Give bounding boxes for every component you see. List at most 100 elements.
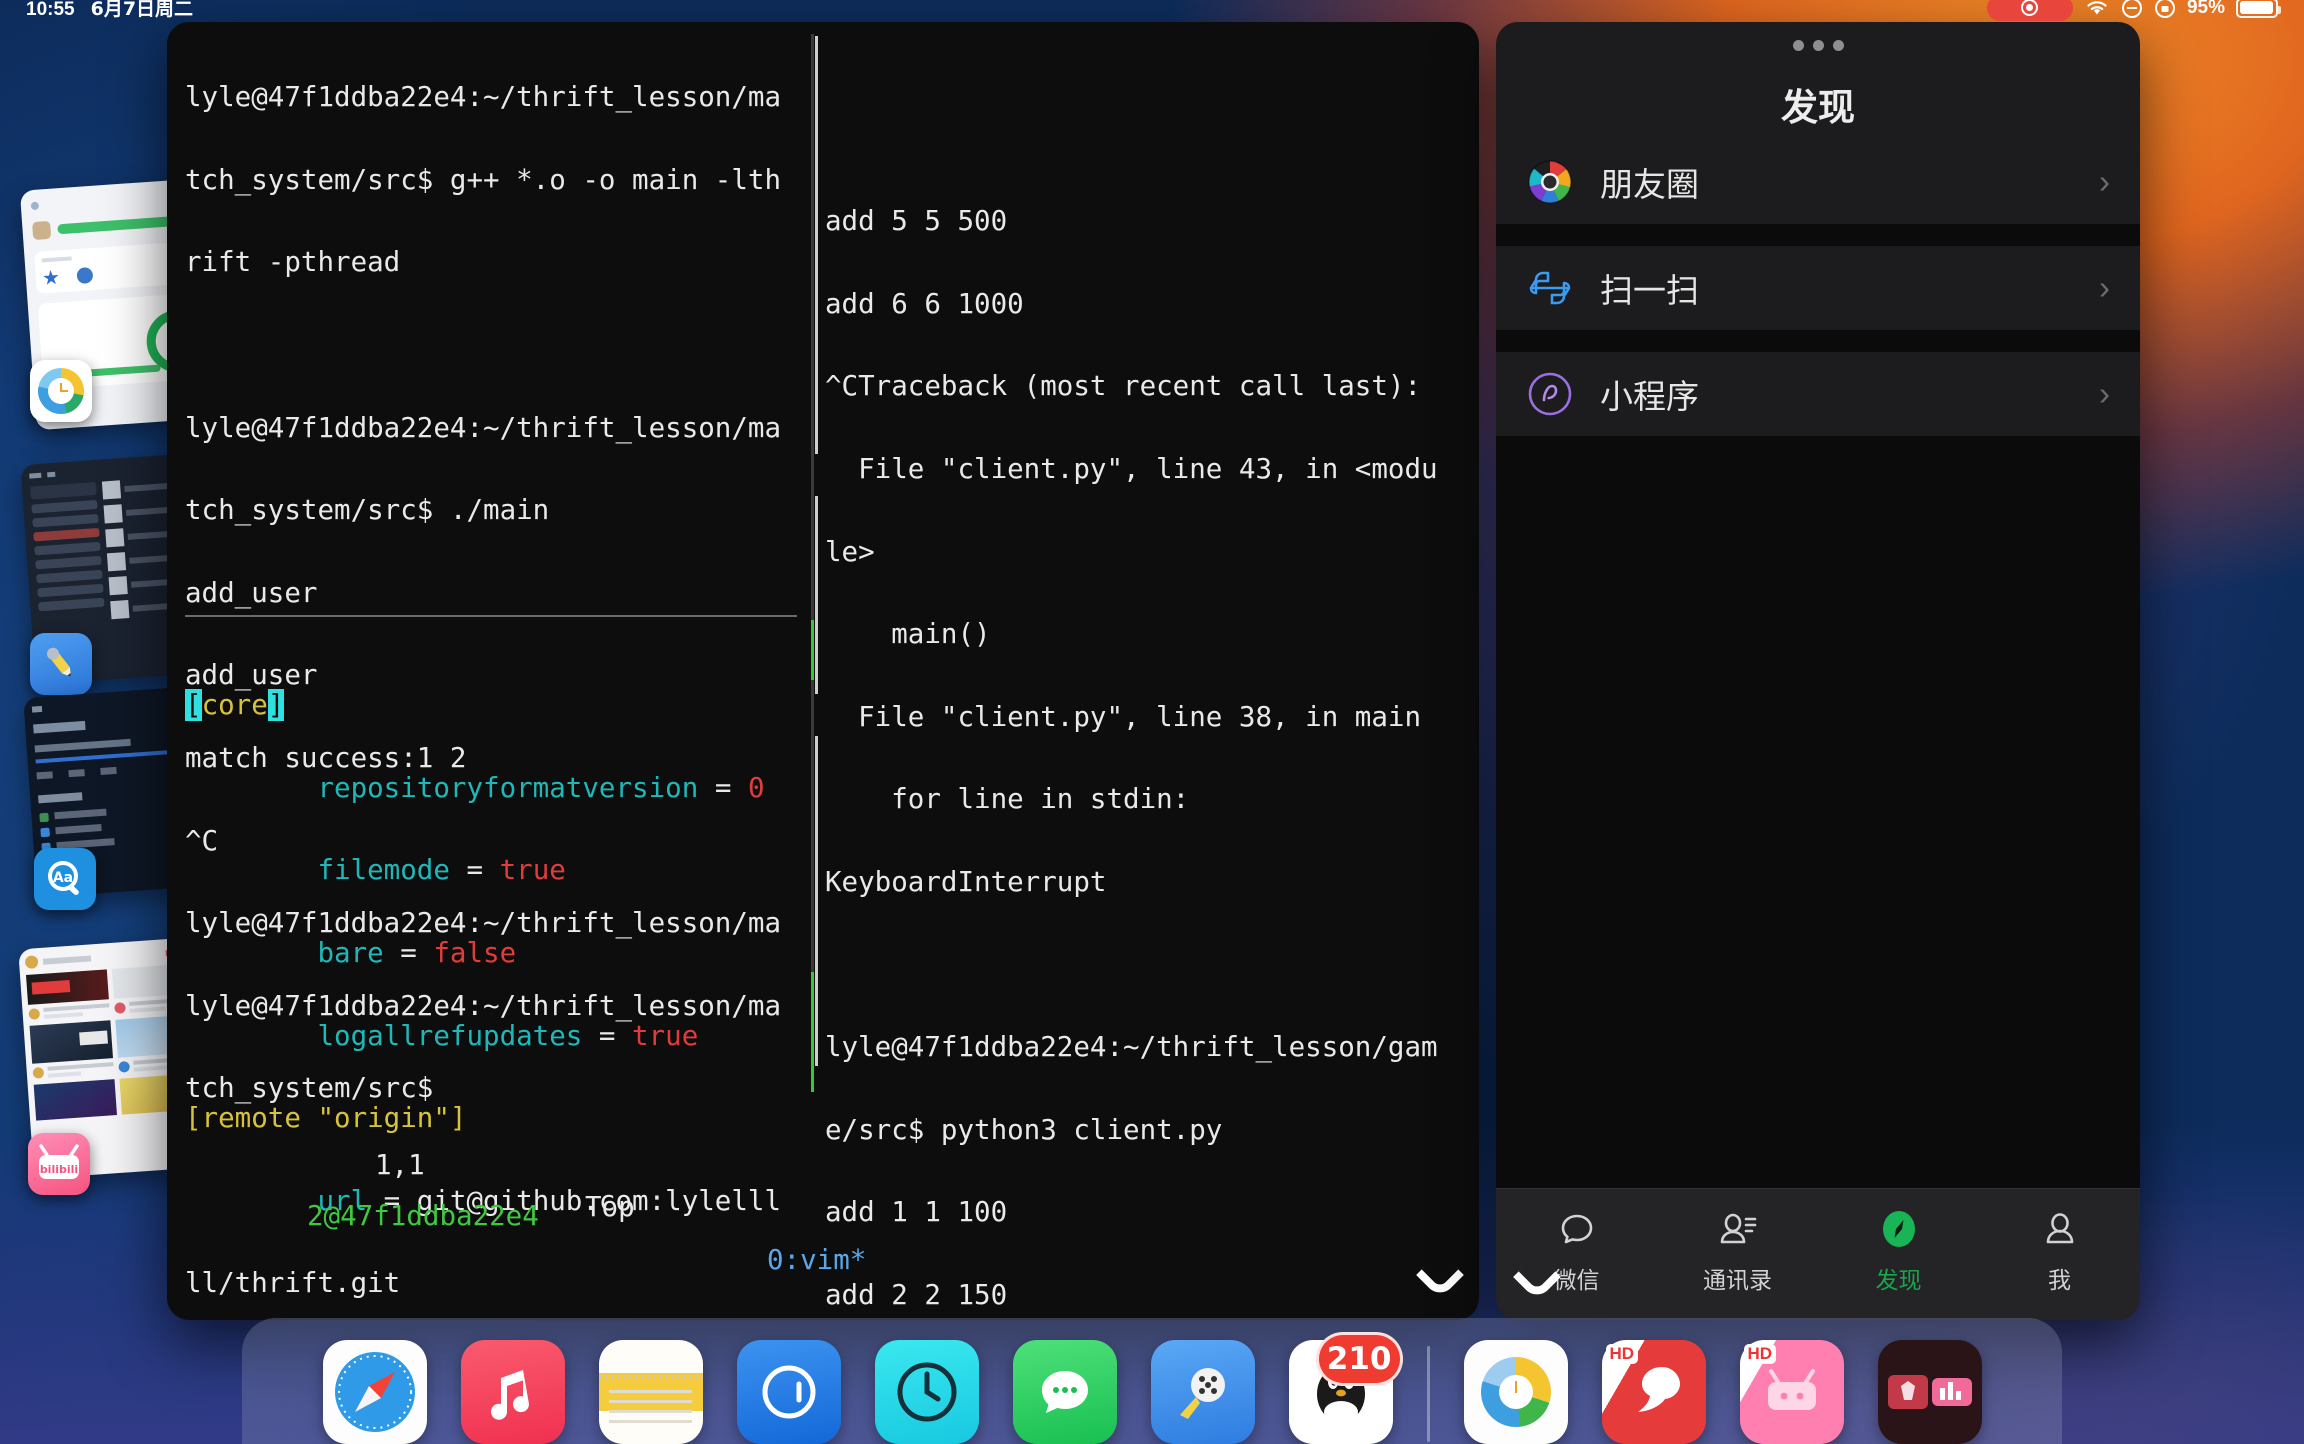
terminal-right-pane[interactable]: add 5 5 500 add 6 6 1000 ^CTraceback (mo… xyxy=(815,36,1479,1320)
dock-app-clock[interactable] xyxy=(874,1340,979,1444)
status-badge: 210 xyxy=(1315,1332,1403,1386)
list-separator xyxy=(1496,330,2140,352)
terminal-window[interactable]: lyle@47f1ddba22e4:~/thrift_lesson/ma tch… xyxy=(167,22,1479,1320)
vim-split-divider xyxy=(185,615,797,617)
tmux-status-bar: 2@47f1ddba22e4 0:vim* 10:55:32Tue 06-07 xyxy=(167,1150,1479,1276)
dock-app-mail[interactable] xyxy=(736,1340,841,1444)
hd-tag-icon: HD xyxy=(1743,1344,1777,1364)
ios-status-bar: 10:55 6月7日周二 95% xyxy=(0,0,2304,26)
vim-key: repositoryformatversion xyxy=(317,771,699,804)
terminal-line: for line in stdin: xyxy=(825,783,1190,816)
vim-value: false xyxy=(433,937,517,970)
ipad-dock: 210 HD HD xyxy=(242,1318,2062,1444)
battery-icon xyxy=(2236,0,2281,18)
dock-app-dark-red[interactable] xyxy=(1877,1340,1982,1444)
terminal-line: e/src$ python3 client.py xyxy=(825,1113,1223,1146)
terminal-line: add 1 1 100 xyxy=(825,1196,1008,1229)
svg-text:bilibili: bilibili xyxy=(40,1163,78,1176)
scan-qr-icon xyxy=(1526,264,1574,312)
terminal-line: tch_system/src$ ./main xyxy=(185,494,550,527)
rotation-lock-icon xyxy=(2154,0,2175,18)
list-item-moments[interactable]: 朋友圈 › xyxy=(1496,140,2140,224)
terminal-line: add_user xyxy=(185,576,318,609)
terminal-line: lyle@47f1ddba22e4:~/thrift_lesson/gam xyxy=(825,1031,1438,1064)
pane-indicator-bar xyxy=(815,496,818,694)
notes-pencil-app-icon[interactable] xyxy=(30,633,92,695)
terminal-line: lyle@47f1ddba22e4:~/thrift_lesson/ma xyxy=(185,81,782,114)
vim-value: true xyxy=(499,854,566,887)
list-item-miniprogram[interactable]: 小程序 › xyxy=(1496,352,2140,436)
vim-value: true xyxy=(632,1019,699,1052)
list-group-scan: 扫一扫 › xyxy=(1496,246,2140,330)
tmux-pane-divider xyxy=(811,34,814,1090)
terminal-line: lyle@47f1ddba22e4:~/thrift_lesson/ma xyxy=(185,411,782,444)
terminal-line: File "client.py", line 38, in main xyxy=(825,700,1422,733)
wechat-slideover-window[interactable]: 发现 朋友圈 › 扫一扫 › 小程序 › 微信 通讯录 发现 我 xyxy=(1496,22,2140,1320)
list-item-label: 扫一扫 xyxy=(1600,271,1699,310)
chevron-right-icon: › xyxy=(2099,269,2110,306)
vim-line-key: filemode = true xyxy=(317,854,566,887)
status-time: 10:55 xyxy=(26,0,75,20)
tab-me[interactable]: 我 xyxy=(1979,1205,2140,1295)
drag-handle-dots-icon[interactable] xyxy=(1496,22,2140,68)
hd-tag-icon: HD xyxy=(1605,1344,1639,1364)
list-item-scan[interactable]: 扫一扫 › xyxy=(1496,246,2140,330)
wechat-tab-bar: 微信 通讯录 发现 我 xyxy=(1496,1188,2140,1320)
dock-app-music[interactable] xyxy=(460,1340,565,1444)
terminal-line: le> xyxy=(825,535,875,568)
profile-person-icon xyxy=(2038,1205,2082,1255)
tmux-session-label: 2@47f1ddba22e4 xyxy=(307,1200,539,1232)
tmux-pane-divider-active xyxy=(811,620,814,680)
terminal-line: File "client.py", line 43, in <modu xyxy=(825,452,1438,485)
vim-line-section-core: [core] xyxy=(185,689,285,722)
dock-divider xyxy=(1426,1346,1430,1442)
terminal-line: main() xyxy=(825,618,991,651)
tab-contacts[interactable]: 通讯录 xyxy=(1657,1205,1818,1295)
discover-compass-icon xyxy=(1876,1205,1922,1255)
dock-app-pie-chart[interactable] xyxy=(1463,1340,1568,1444)
tab-label: 发现 xyxy=(1875,1268,1922,1294)
mini-program-icon xyxy=(1526,370,1574,418)
vim-key: filemode xyxy=(317,854,450,887)
wifi-icon xyxy=(2087,0,2107,14)
dock-app-xiaohongshu-hd[interactable]: HD xyxy=(1601,1340,1706,1444)
bilibili-app-icon[interactable]: bilibili xyxy=(28,1133,90,1195)
dock-app-pink-hd[interactable]: HD xyxy=(1739,1340,1844,1444)
chat-bubble-icon xyxy=(1555,1205,1599,1255)
clock-timer-app-icon[interactable] xyxy=(30,360,92,422)
contacts-icon xyxy=(1715,1205,1761,1255)
discover-list: 朋友圈 › 扫一扫 › 小程序 › xyxy=(1496,140,2140,1188)
list-group-moments: 朋友圈 › xyxy=(1496,140,2140,224)
pane-indicator-bar xyxy=(815,736,818,1066)
vim-value: 0 xyxy=(747,771,765,804)
dock-app-notes[interactable] xyxy=(598,1340,703,1444)
vim-key: bare xyxy=(317,937,384,970)
dock-app-dice-game[interactable] xyxy=(1150,1340,1255,1444)
dock-app-safari[interactable] xyxy=(322,1340,427,1444)
page-title: 发现 xyxy=(1781,86,1855,129)
vim-line-key: bare = false xyxy=(317,937,517,970)
dock-app-messages[interactable] xyxy=(1012,1340,1117,1444)
record-indicator-icon[interactable] xyxy=(1986,0,2073,21)
do-not-disturb-icon xyxy=(2121,0,2142,18)
tab-discover[interactable]: 发现 xyxy=(1818,1205,1979,1295)
tab-label: 微信 xyxy=(1553,1268,1600,1294)
vim-line-key: logallrefupdates = true xyxy=(317,1019,699,1052)
dictionary-aa-app-icon[interactable]: Aa xyxy=(34,848,96,910)
svg-text:Aa: Aa xyxy=(53,870,73,886)
vim-line-wrap: ll/thrift.git xyxy=(185,1267,401,1300)
list-item-label: 小程序 xyxy=(1600,377,1699,416)
terminal-line: tch_system/src$ g++ *.o -o main -lth xyxy=(185,163,782,196)
terminal-line: add 6 6 1000 xyxy=(825,287,1024,320)
vim-key: logallrefupdates xyxy=(317,1019,583,1052)
battery-percent-label: 95% xyxy=(2186,0,2225,18)
moments-aperture-icon xyxy=(1526,158,1574,206)
chevron-right-icon: › xyxy=(2099,375,2110,412)
status-date: 6月7日周二 xyxy=(90,0,194,20)
tab-label: 我 xyxy=(2048,1268,2071,1294)
tmux-window-label: 0:vim* xyxy=(767,1244,867,1276)
vim-line-key: repositoryformatversion = 0 xyxy=(317,771,765,804)
dock-app-qq[interactable]: 210 xyxy=(1288,1332,1403,1444)
